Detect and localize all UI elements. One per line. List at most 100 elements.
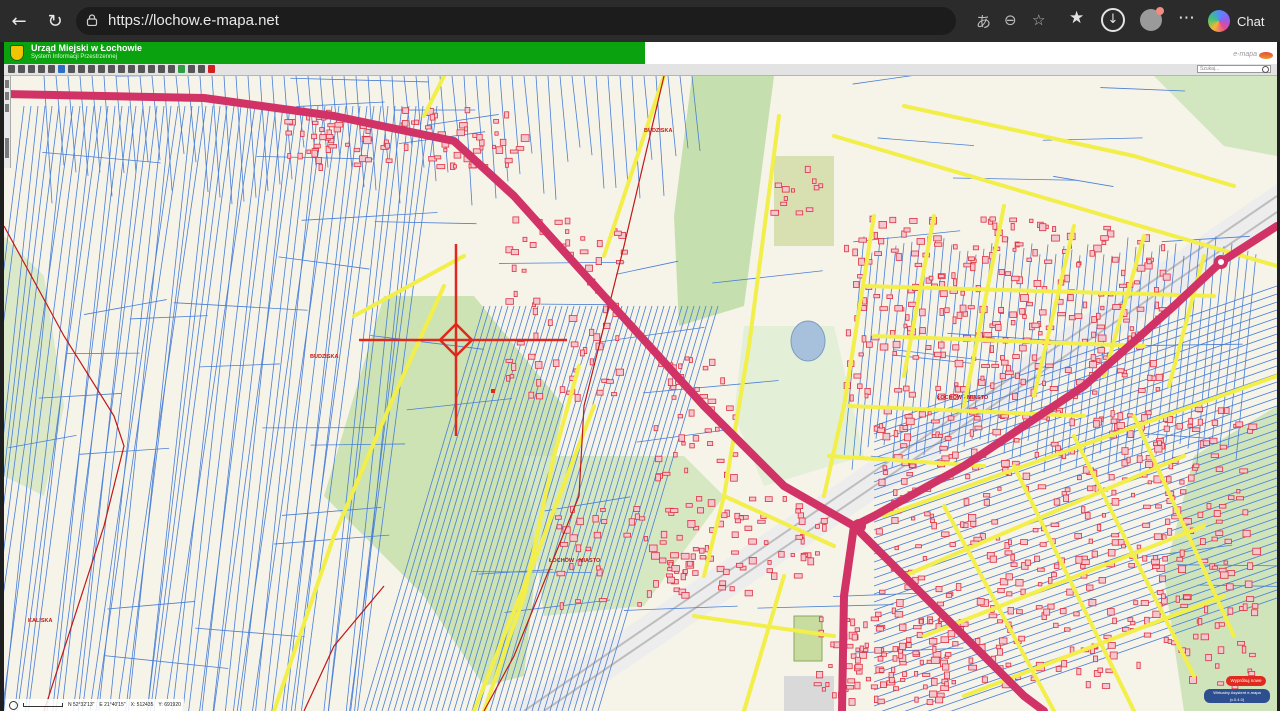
- zoom-out-icon[interactable]: ⊖: [1004, 11, 1017, 29]
- reload-icon[interactable]: ↻: [42, 8, 68, 34]
- building: [932, 645, 937, 653]
- map-search-input[interactable]: Szukaj...: [1197, 65, 1271, 73]
- building: [401, 120, 409, 127]
- measure-area-icon[interactable]: [88, 65, 95, 73]
- virtual-assistant-button[interactable]: Wirtualny Asystent e-mapa (v.0.4.0): [1204, 689, 1270, 703]
- zoom-extent-icon[interactable]: [38, 65, 45, 73]
- building: [783, 196, 788, 201]
- building: [685, 503, 693, 508]
- place-label-lochow-miasto-south: ŁOCHÓW - MIASTO: [549, 556, 601, 564]
- building: [1039, 309, 1047, 316]
- building: [744, 589, 753, 597]
- building: [723, 568, 730, 575]
- draw-icon[interactable]: [138, 65, 145, 73]
- clear-icon[interactable]: [208, 65, 215, 73]
- building: [315, 157, 323, 165]
- building: [899, 661, 907, 666]
- building: [937, 433, 943, 438]
- building: [1155, 504, 1162, 509]
- street-view-icon[interactable]: [178, 65, 185, 73]
- building: [593, 333, 601, 341]
- help-icon[interactable]: [198, 65, 205, 73]
- address-bar[interactable]: https://lochow.e-mapa.net あ ⊖ ☆: [76, 7, 1045, 35]
- building: [949, 542, 956, 547]
- building: [881, 652, 887, 657]
- building: [805, 207, 814, 212]
- copilot-chat-button[interactable]: Chat: [1208, 7, 1264, 35]
- building: [1217, 646, 1225, 654]
- bookmark-icon[interactable]: [158, 65, 165, 73]
- building: [1116, 422, 1125, 429]
- building: [908, 301, 916, 307]
- building: [1242, 509, 1249, 516]
- info-icon[interactable]: [58, 65, 65, 73]
- favorites-icon[interactable]: ★: [1069, 8, 1084, 28]
- site-info-icon[interactable]: [86, 14, 98, 26]
- more-menu-icon[interactable]: ⋯: [1178, 8, 1195, 28]
- sports-field: [793, 615, 823, 662]
- building: [1108, 474, 1115, 481]
- side-panel-tab[interactable]: [5, 80, 9, 88]
- measure-icon[interactable]: [78, 65, 85, 73]
- building: [718, 585, 726, 591]
- settings-icon[interactable]: [188, 65, 195, 73]
- map-canvas[interactable]: BUDZISKA BUDZISKA ŁOCHÓW - MIASTO ŁOCHÓW…: [4, 72, 1277, 711]
- building: [938, 341, 945, 349]
- building: [992, 222, 998, 230]
- building: [1049, 385, 1059, 391]
- favorite-star-icon[interactable]: ☆: [1032, 11, 1045, 29]
- previous-view-icon[interactable]: [98, 65, 105, 73]
- back-icon[interactable]: ←: [6, 8, 32, 34]
- translate-icon[interactable]: あ: [976, 11, 991, 32]
- building: [973, 416, 981, 421]
- building: [1053, 622, 1059, 628]
- building: [1248, 423, 1258, 430]
- building: [1153, 533, 1162, 540]
- building: [628, 518, 635, 526]
- map-svg[interactable]: BUDZISKA BUDZISKA ŁOCHÓW - MIASTO ŁOCHÓW…: [4, 72, 1277, 711]
- building: [699, 555, 707, 560]
- try-new-button[interactable]: Wypróbuj nowe: [1226, 676, 1266, 686]
- building: [690, 553, 696, 560]
- globe-icon[interactable]: [9, 700, 18, 710]
- side-panel-tab[interactable]: [5, 92, 9, 100]
- building: [1200, 538, 1206, 546]
- side-panel-tab[interactable]: [5, 138, 9, 158]
- building: [403, 143, 409, 151]
- pan-icon[interactable]: [48, 65, 55, 73]
- building: [951, 680, 956, 685]
- building: [1152, 564, 1160, 570]
- building: [854, 681, 861, 690]
- building: [696, 496, 703, 502]
- building: [939, 308, 944, 316]
- layers-side-panel[interactable]: [4, 76, 11, 168]
- next-view-icon[interactable]: [108, 65, 115, 73]
- building: [890, 330, 896, 336]
- building: [637, 602, 642, 607]
- print-icon[interactable]: [118, 65, 125, 73]
- export-icon[interactable]: [128, 65, 135, 73]
- green-area: [774, 156, 834, 246]
- building: [684, 467, 689, 474]
- search-icon[interactable]: [1262, 66, 1269, 73]
- select-icon[interactable]: [68, 65, 75, 73]
- building: [891, 666, 896, 674]
- url-text[interactable]: https://lochow.e-mapa.net: [108, 12, 279, 29]
- zoom-in-icon[interactable]: [18, 65, 25, 73]
- building: [1006, 591, 1013, 597]
- profile-avatar[interactable]: [1140, 7, 1164, 31]
- zoom-out-tool-icon[interactable]: [28, 65, 35, 73]
- building: [673, 452, 678, 458]
- layers-icon[interactable]: [8, 65, 15, 73]
- building: [1064, 627, 1071, 632]
- building: [585, 264, 593, 272]
- building: [800, 553, 807, 562]
- side-panel-tab[interactable]: [5, 104, 9, 112]
- downloads-icon[interactable]: ↓: [1101, 8, 1125, 32]
- building: [916, 631, 923, 638]
- building: [947, 415, 955, 421]
- point-marker: [491, 389, 495, 393]
- building: [682, 569, 688, 574]
- search-parcel-icon[interactable]: [148, 65, 155, 73]
- share-icon[interactable]: [168, 65, 175, 73]
